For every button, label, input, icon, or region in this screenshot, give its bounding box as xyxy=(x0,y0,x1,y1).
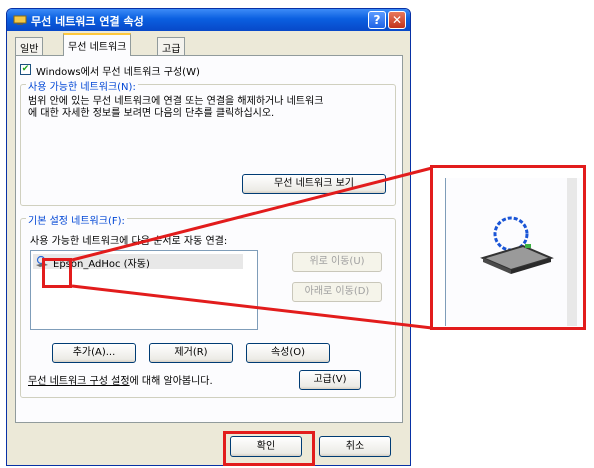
zoomed-selection-strip xyxy=(567,178,577,326)
wireless-network-icon xyxy=(480,216,554,274)
zoom-callout xyxy=(430,165,586,330)
tab-wireless-networks[interactable]: 무선 네트워크 xyxy=(63,33,132,56)
